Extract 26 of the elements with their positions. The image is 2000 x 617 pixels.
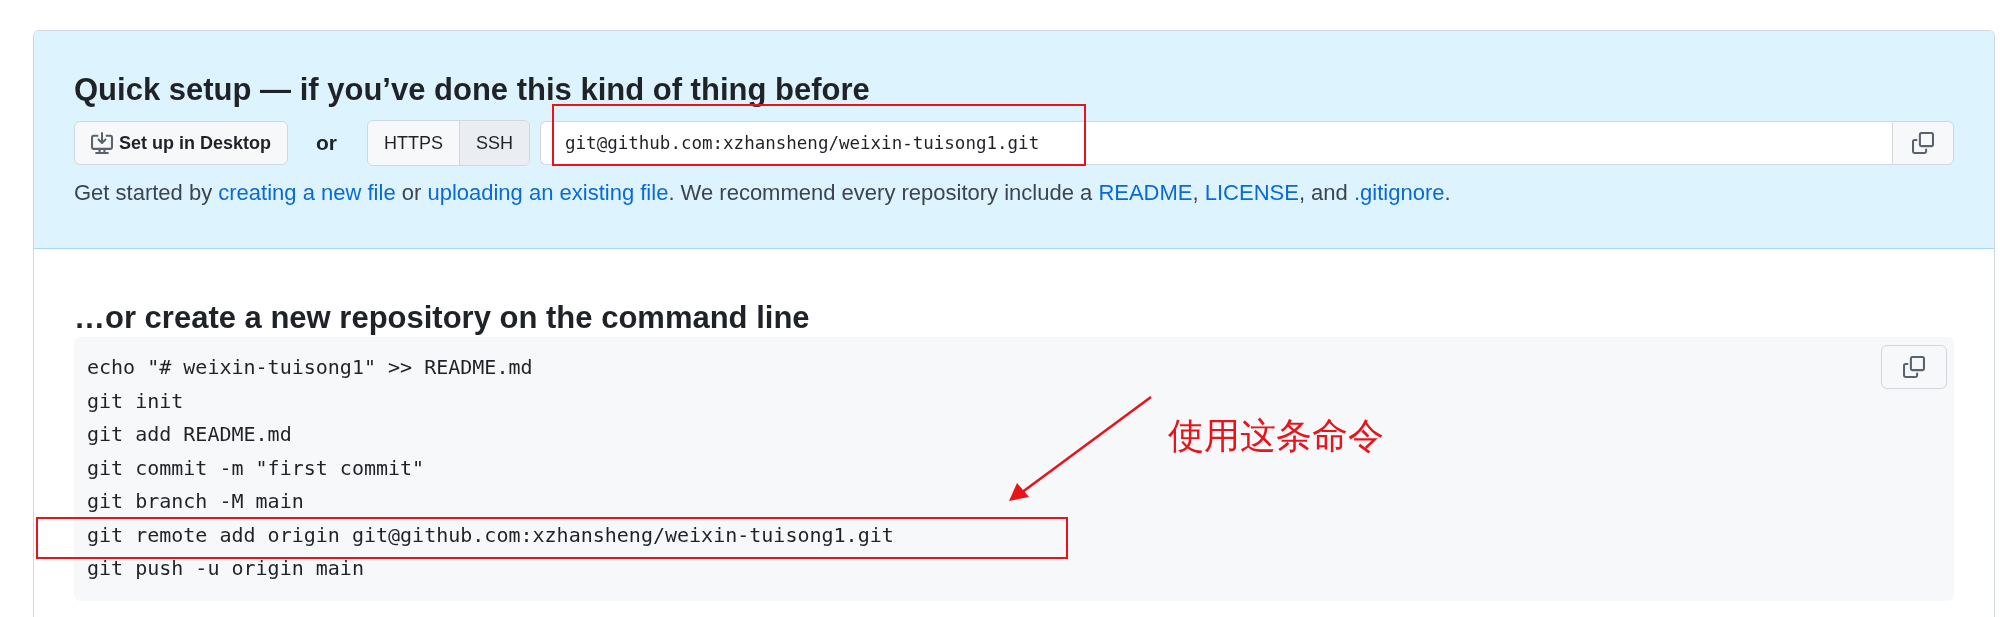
copy-icon [1912,132,1934,154]
protocol-tab[interactable]: HTTPS [368,121,460,165]
protocol-tab[interactable]: SSH [459,121,530,165]
help-link[interactable]: LICENSE [1204,180,1299,205]
section-title: Quick setup — if you’ve done this kind of thing before [74,71,871,109]
code-line: git add README.md [87,421,292,448]
code-line: git init [87,387,184,415]
code-line: git commit -m "first commit" [87,454,425,482]
code-line: git remote add origin git@github.com:xzhansheng/weixin-tuisong1.git [87,521,894,549]
code-line: echo "# weixin-tuisong1" >> README.md [87,354,533,381]
desktop-button[interactable]: Set up in Desktop [74,121,288,165]
annotation-label: 使用这条命令 [1168,414,1384,458]
help-link[interactable]: README [1098,180,1193,205]
section-title: …or create a new repository on the command line [74,299,811,337]
code-line: git push -u origin main [87,555,364,582]
help-link[interactable]: .gitignore [1353,180,1445,205]
copy-button[interactable] [1881,345,1947,389]
desktop-download-icon [91,132,113,154]
copy-button[interactable] [1892,121,1954,165]
help-link[interactable]: uploading an existing file [427,180,669,205]
code-line: git branch -M main [87,488,304,515]
or-label: or [316,131,337,155]
help-text: Get started by creating a new file or uploading an existing file. We recommend every repository include a README, LICENSE, and .gitignore. [74,179,1452,207]
help-link[interactable]: creating a new file [218,180,396,205]
copy-icon [1903,356,1925,378]
clone-url-field[interactable]: git@github.com:xzhansheng/weixin-tuisong1.git [540,121,1892,165]
